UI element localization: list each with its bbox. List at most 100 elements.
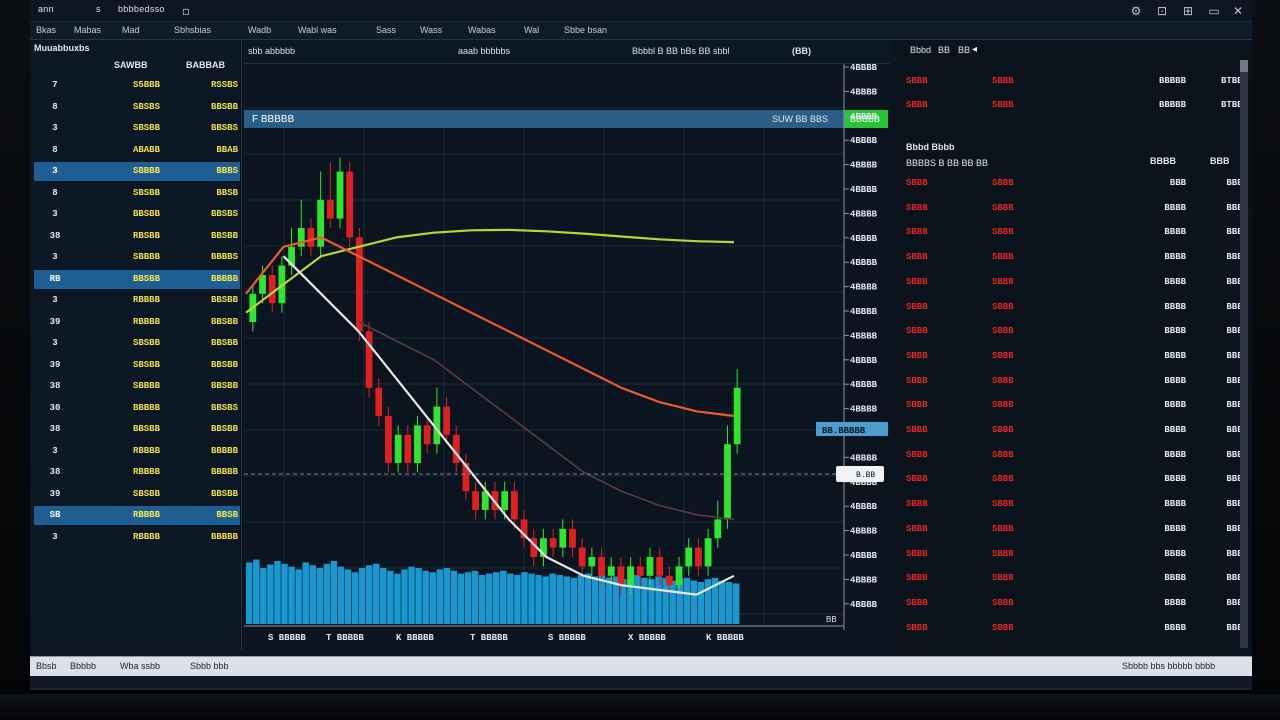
ask-price: SBBB bbox=[906, 425, 928, 435]
restore-icon[interactable]: ▫ bbox=[178, 3, 194, 19]
settings-icon[interactable]: ⚙ bbox=[1128, 3, 1144, 19]
order-book-row[interactable]: SBBB SBBB BBBB BBBB bbox=[892, 619, 1248, 639]
order-book-row[interactable]: SBBB SBBB BBBB BBBB bbox=[892, 520, 1248, 540]
status-item-3: Sbbb bbb bbox=[190, 661, 229, 671]
candle-up bbox=[394, 434, 402, 463]
order-book-row[interactable]: SBBB SBBB BBB BBBB bbox=[892, 174, 1248, 194]
bid-value: BBBB bbox=[1164, 301, 1186, 312]
ask-price: SBBB bbox=[906, 76, 928, 86]
order-book-row[interactable]: SBBB SBBB BBBB BBBB bbox=[892, 322, 1248, 342]
order-book-row[interactable]: SBBB SBBB BBBB BBBB bbox=[892, 248, 1248, 268]
watchlist-panel: Muuabbuxbs SAWBB BABBAB 7 S5BBB RSSBS 8 SBSB… bbox=[30, 40, 242, 650]
ask-size: SBBB bbox=[992, 301, 1014, 312]
volume-bar bbox=[598, 575, 606, 624]
chart-interval[interactable]: sbb abbbbb bbox=[248, 46, 295, 56]
arrow-icon[interactable]: ◂ bbox=[972, 44, 977, 55]
order-book-scroll-thumb[interactable] bbox=[1240, 60, 1248, 72]
order-book-row[interactable]: SBBB SBBB BBBB BBBB bbox=[892, 372, 1248, 392]
menu-item-2[interactable]: Mad bbox=[122, 25, 140, 35]
menu-item-5[interactable]: Wabl was bbox=[298, 25, 337, 35]
ob-icon-label-0[interactable]: Bbbd bbox=[910, 45, 931, 55]
status-item-0: Bbsb bbox=[36, 661, 57, 671]
watchlist-value-a: SBSBS bbox=[132, 101, 160, 112]
minimize-icon[interactable]: ▭ bbox=[1206, 3, 1222, 19]
ask-price: SBBB bbox=[906, 178, 928, 188]
volume-bar bbox=[288, 566, 295, 624]
ask-price: SBBB bbox=[906, 350, 928, 361]
order-book-row[interactable]: SBBB SBBB BBBB BBBB bbox=[892, 545, 1248, 565]
watchlist-value-a: SBSBB bbox=[132, 359, 160, 370]
menu-item-9[interactable]: Wal bbox=[524, 25, 539, 35]
order-book-row[interactable]: SBBB SBBB BBBB BBBB bbox=[892, 273, 1248, 293]
watchlist-row[interactable]: 3 SBSBB BBSBS bbox=[34, 119, 240, 138]
menu-item-0[interactable]: Bkas bbox=[36, 25, 56, 35]
menu-item-7[interactable]: Wass bbox=[420, 25, 442, 35]
indicator-icon[interactable]: (BB) bbox=[792, 46, 811, 56]
order-book-row[interactable]: SBBB SBBB BBBB BBBB bbox=[892, 396, 1248, 416]
order-book-row[interactable]: SBBB SBBB BBBB BBBB bbox=[892, 347, 1248, 367]
watchlist-row[interactable]: 3 RBBBB BBBBB bbox=[34, 442, 240, 461]
watchlist-row[interactable]: 3 RBBBB BBSBB bbox=[34, 291, 240, 310]
menu-item-10[interactable]: Sbbe bsan bbox=[564, 25, 607, 35]
watchlist-row[interactable]: 8 ABABB BBAB bbox=[34, 141, 240, 160]
order-book-row[interactable]: SBBB SBBB BBBB BBBB bbox=[892, 495, 1248, 515]
order-book-top-row[interactable]: SBBB SBBB BBBBB BTBBB bbox=[892, 96, 1248, 116]
order-book-row[interactable]: SBBB SBBB BBBB BBBB bbox=[892, 298, 1248, 318]
watchlist-row[interactable]: 3 SBBBB BBBBS bbox=[34, 248, 240, 267]
watchlist-row[interactable]: 3 RBBBB BBBBB bbox=[34, 528, 240, 547]
order-book-scrollbar[interactable] bbox=[1240, 60, 1248, 648]
watchlist-row[interactable]: 30 BBBBB BBSBS bbox=[34, 399, 240, 418]
watchlist-symbol: 8 bbox=[52, 187, 58, 198]
chart-symbol-search[interactable]: aaab bbbbbs bbox=[458, 46, 510, 56]
watchlist-row[interactable]: RB BBSBB BBBBB bbox=[34, 269, 240, 289]
menu-item-4[interactable]: Wadb bbox=[248, 25, 271, 35]
order-book-row[interactable]: SBBB SBBB BBBB BBBB bbox=[892, 199, 1248, 219]
watchlist-row[interactable]: 39 SBSBB BBSBB bbox=[34, 356, 240, 375]
order-book-row[interactable]: SBBB SBBB BBBB BBBB bbox=[892, 569, 1248, 589]
ask-price: SBBB bbox=[906, 622, 928, 633]
order-book-row[interactable]: SBBB SBBB BBBB BBBB bbox=[892, 223, 1248, 243]
pin-icon[interactable]: ⊡ bbox=[1154, 3, 1170, 19]
ask-price: SBBB bbox=[906, 202, 928, 213]
watchlist-row[interactable]: 7 S5BBB RSSBS bbox=[34, 76, 240, 95]
order-book-top-row[interactable]: SBBB SBBB BBBBB BTBBB bbox=[892, 72, 1248, 92]
watchlist-row[interactable]: 39 SBSBB BBSBB bbox=[34, 485, 240, 504]
order-book-row[interactable]: SBBB SBBB BBBB BBBB bbox=[892, 470, 1248, 490]
layout-icon[interactable]: ⊞ bbox=[1180, 3, 1196, 19]
chart-tools[interactable]: Bbbbl B BB bBs BB sbbl bbox=[632, 46, 730, 56]
watchlist-row[interactable]: 38 BBSBB BBSBB bbox=[34, 420, 240, 439]
watchlist-row[interactable]: SB RBBBB BBSB bbox=[34, 506, 240, 525]
y-tick-label: 4BBBB bbox=[850, 356, 878, 366]
ask-price: SBBB bbox=[906, 548, 928, 559]
ob-icon-label-1[interactable]: BB bbox=[938, 45, 950, 55]
watchlist-row[interactable]: 3 SBSBB BBSBB bbox=[34, 334, 240, 353]
menu-item-6[interactable]: Sass bbox=[376, 25, 396, 35]
ob-icon-label-2[interactable]: BB bbox=[958, 45, 970, 55]
watchlist-row[interactable]: 8 SBSBS BBSBB bbox=[34, 98, 240, 117]
watchlist-row[interactable]: 38 SBBBB BBSBB bbox=[34, 377, 240, 396]
watchlist-row[interactable]: 3 SBBBB BBBS bbox=[34, 162, 240, 181]
watchlist-value-b: BBSBB bbox=[210, 381, 238, 391]
watchlist-row[interactable]: 3 BBSBB BBSBS bbox=[34, 205, 240, 224]
candle-up bbox=[627, 566, 634, 586]
price-chart[interactable]: F BBBBB SUW BB BBS BBBBB4BBBB4BBBB4BBBB4BB… bbox=[244, 64, 890, 650]
watchlist-value-a: SBBBB bbox=[132, 166, 160, 176]
order-book-panel: Bbbd BB BB ◂ SBBB SBBB BBBBB BTBBB SBBB SBBB B… bbox=[892, 40, 1252, 650]
y-tick-label: 4BBBB bbox=[850, 136, 878, 146]
watchlist-value-b: BBSBB bbox=[210, 230, 238, 241]
x-tick-label: S BBBBB bbox=[268, 633, 306, 643]
menu-item-3[interactable]: Sbhsbias bbox=[174, 25, 211, 35]
close-icon[interactable]: ✕ bbox=[1230, 3, 1246, 19]
menu-item-8[interactable]: Wabas bbox=[468, 25, 496, 35]
watchlist-row[interactable]: 38 RBSBB BBSBB bbox=[34, 227, 240, 246]
ask-size: SBBB bbox=[992, 100, 1014, 110]
menu-item-1[interactable]: Mabas bbox=[74, 25, 101, 35]
watchlist-row[interactable]: 8 SBSBB BBSB bbox=[34, 184, 240, 203]
order-book-row[interactable]: SBBB SBBB BBBB BBBB bbox=[892, 421, 1248, 441]
watchlist-row[interactable]: 38 RBBBB BBBBB bbox=[34, 463, 240, 482]
order-book-row[interactable]: SBBB SBBB BBBB BBBB bbox=[892, 446, 1248, 466]
volume-bar bbox=[401, 569, 408, 624]
watchlist-row[interactable]: 39 RBBBB BBSBB bbox=[34, 313, 240, 332]
candle-up bbox=[675, 566, 683, 586]
order-book-row[interactable]: SBBB SBBB BBBB BBBB bbox=[892, 594, 1248, 614]
